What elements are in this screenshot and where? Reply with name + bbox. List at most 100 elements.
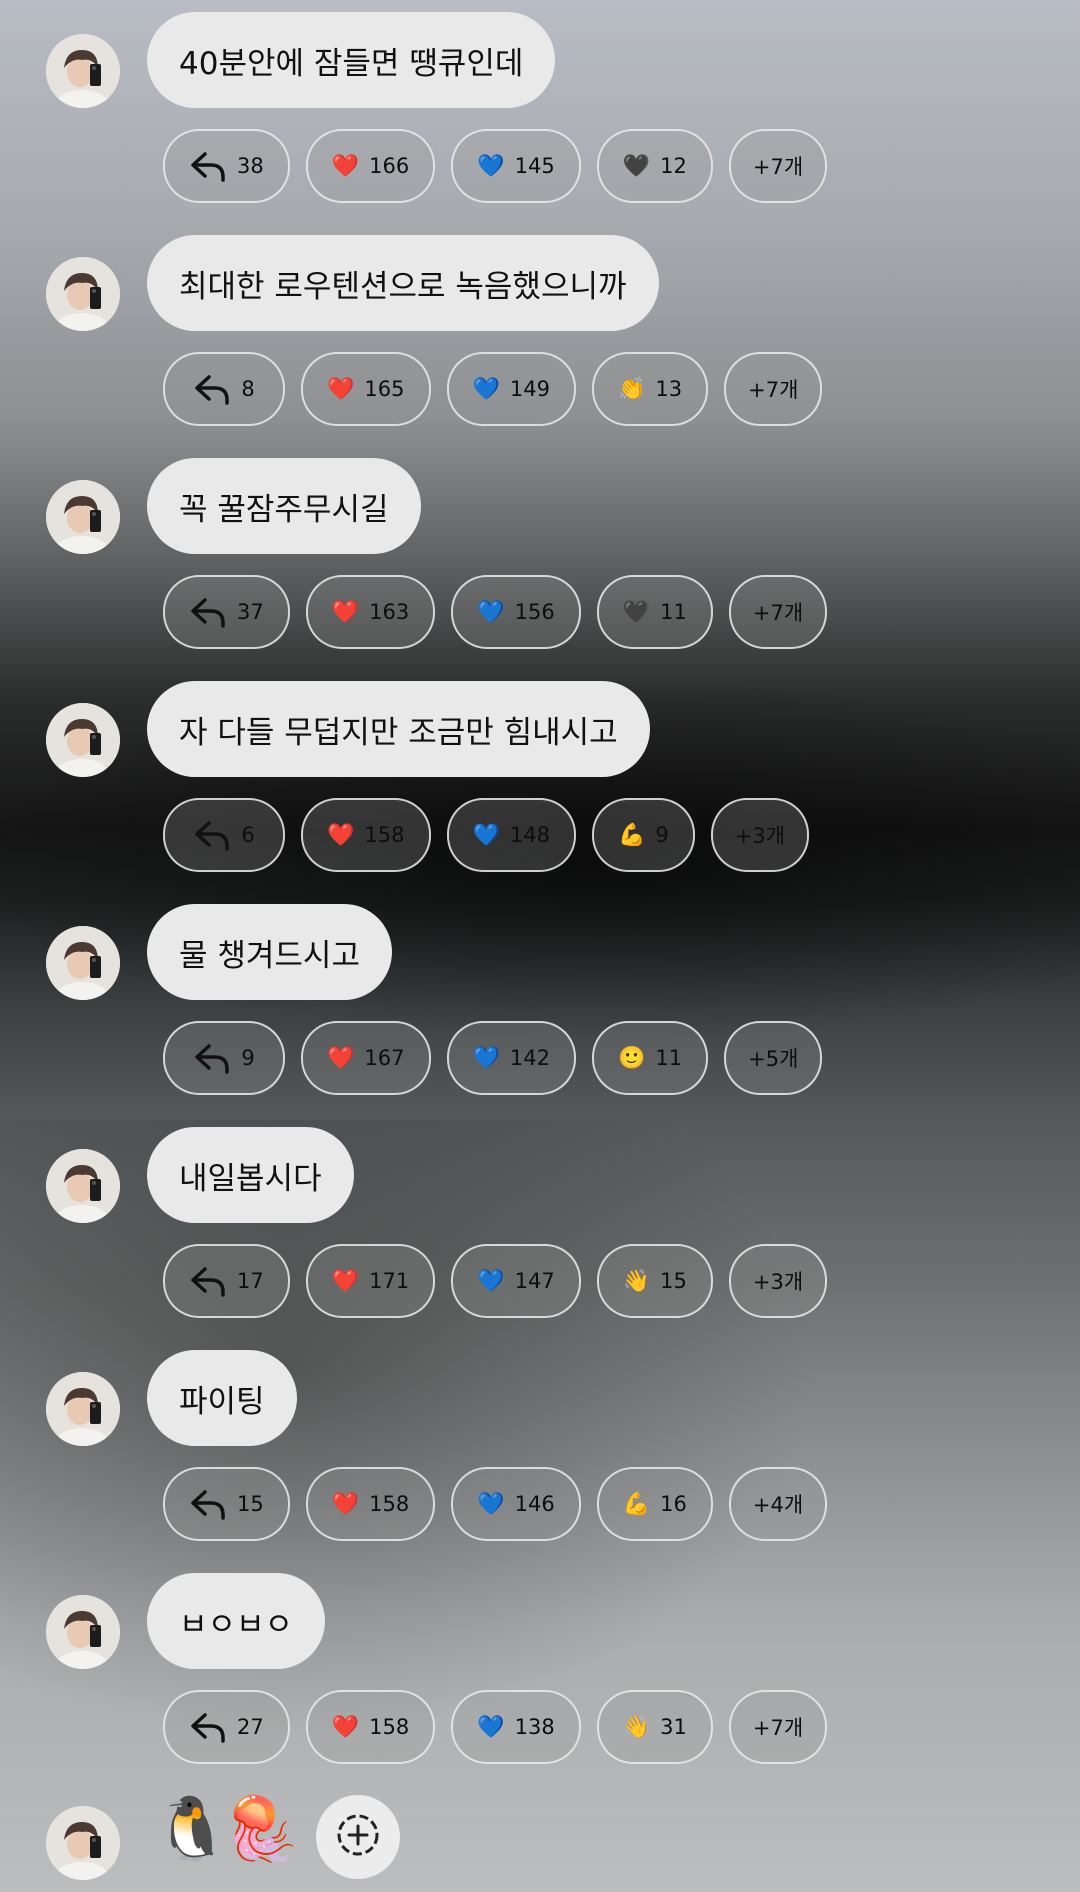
avatar[interactable] bbox=[46, 1595, 120, 1669]
reaction-button[interactable]: ❤️ 171 bbox=[305, 1244, 436, 1318]
reaction-count: 167 bbox=[364, 1046, 405, 1070]
avatar[interactable] bbox=[46, 1149, 120, 1223]
reaction-bar: 17 ❤️ 171 💙 147 👋 15 +3개 bbox=[163, 1244, 828, 1318]
more-reactions-label: +4개 bbox=[752, 1493, 804, 1517]
reaction-button[interactable]: ❤️ 158 bbox=[305, 1467, 436, 1541]
reply-button[interactable]: 37 bbox=[163, 575, 290, 649]
add-reaction-icon bbox=[335, 1812, 381, 1862]
message-item: 파이팅 15 ❤️ 158 💙 146 💪 16 +4개 bbox=[0, 1338, 1080, 1561]
reaction-count: 156 bbox=[514, 600, 555, 624]
reply-count: 27 bbox=[237, 1715, 264, 1739]
message-bubble[interactable]: 물 챙겨드시고 bbox=[147, 904, 392, 1000]
more-reactions-button[interactable]: +3개 bbox=[728, 1244, 828, 1318]
blue-heart-icon: 💙 bbox=[477, 1491, 505, 1517]
more-reactions-button[interactable]: +7개 bbox=[728, 1690, 828, 1764]
reply-button[interactable]: 15 bbox=[163, 1467, 290, 1541]
reaction-button[interactable]: 💙 145 bbox=[451, 129, 581, 203]
reaction-button[interactable]: 💪 9 bbox=[592, 798, 695, 872]
reply-arrow-icon bbox=[193, 373, 231, 405]
reply-count: 17 bbox=[237, 1269, 264, 1293]
message-bubble[interactable]: 파이팅 bbox=[147, 1350, 297, 1446]
jellyfish-sticker-icon[interactable]: 🪼 bbox=[222, 1798, 299, 1860]
avatar[interactable] bbox=[46, 480, 120, 554]
reaction-button[interactable]: 💙 149 bbox=[446, 352, 576, 426]
avatar[interactable] bbox=[46, 703, 120, 777]
reaction-button[interactable]: 👏 13 bbox=[592, 352, 709, 426]
reaction-count: 12 bbox=[660, 154, 687, 178]
reaction-button[interactable]: 🖤 12 bbox=[596, 129, 713, 203]
message-bubble[interactable]: ㅂㅇㅂㅇ bbox=[147, 1573, 326, 1669]
more-reactions-button[interactable]: +3개 bbox=[710, 798, 810, 872]
reaction-count: 147 bbox=[514, 1269, 555, 1293]
reaction-button[interactable]: ❤️ 158 bbox=[301, 798, 431, 872]
reaction-button[interactable]: ❤️ 166 bbox=[305, 129, 436, 203]
red-heart-icon: ❤️ bbox=[327, 822, 355, 848]
reply-count: 8 bbox=[241, 377, 255, 401]
more-reactions-button[interactable]: +7개 bbox=[728, 575, 828, 649]
reaction-count: 11 bbox=[660, 600, 687, 624]
message-bubble[interactable]: 내일봅시다 bbox=[147, 1127, 354, 1223]
message-bubble[interactable]: 최대한 로우텐션으로 녹음했으니까 bbox=[147, 235, 659, 331]
reaction-button[interactable]: ❤️ 158 bbox=[305, 1690, 436, 1764]
reply-button[interactable]: 6 bbox=[163, 798, 285, 872]
reaction-count: 11 bbox=[655, 1046, 683, 1070]
message-bubble[interactable]: 40분안에 잠들면 땡큐인데 bbox=[147, 12, 556, 108]
more-reactions-button[interactable]: +7개 bbox=[724, 352, 823, 426]
more-reactions-label: +3개 bbox=[752, 1270, 804, 1294]
flexed-biceps-icon: 💪 bbox=[618, 822, 646, 848]
reaction-count: 31 bbox=[660, 1715, 687, 1739]
red-heart-icon: ❤️ bbox=[327, 1045, 355, 1071]
reaction-count: 148 bbox=[509, 823, 550, 847]
reaction-button[interactable]: 💙 156 bbox=[451, 575, 581, 649]
more-reactions-button[interactable]: +4개 bbox=[728, 1467, 828, 1541]
avatar[interactable] bbox=[46, 257, 120, 331]
reaction-button[interactable]: ❤️ 163 bbox=[305, 575, 436, 649]
reaction-button[interactable]: 💙 146 bbox=[451, 1467, 581, 1541]
reply-button[interactable]: 8 bbox=[163, 352, 285, 426]
reply-count: 6 bbox=[241, 823, 255, 847]
avatar[interactable] bbox=[46, 1372, 120, 1446]
avatar[interactable] bbox=[46, 926, 120, 1000]
reaction-button[interactable]: 💙 147 bbox=[451, 1244, 581, 1318]
reply-arrow-icon bbox=[189, 150, 227, 182]
penguin-sticker-icon[interactable]: 🐧 bbox=[153, 1798, 230, 1860]
reply-button[interactable]: 17 bbox=[163, 1244, 290, 1318]
waving-hand-icon: 👋 bbox=[622, 1268, 651, 1294]
black-heart-icon: 🖤 bbox=[622, 599, 651, 625]
reaction-button[interactable]: 🖤 11 bbox=[596, 575, 713, 649]
reply-button[interactable]: 27 bbox=[163, 1690, 290, 1764]
reaction-button[interactable]: 💙 138 bbox=[451, 1690, 581, 1764]
reaction-button[interactable]: 🙂 11 bbox=[592, 1021, 709, 1095]
red-heart-icon: ❤️ bbox=[331, 1268, 360, 1294]
avatar[interactable] bbox=[46, 34, 120, 108]
reaction-button[interactable]: 💙 142 bbox=[446, 1021, 576, 1095]
reply-arrow-icon bbox=[193, 1042, 231, 1074]
reaction-count: 15 bbox=[660, 1269, 687, 1293]
reaction-count: 146 bbox=[514, 1492, 555, 1516]
reply-button[interactable]: 9 bbox=[163, 1021, 285, 1095]
reaction-button[interactable]: ❤️ 167 bbox=[301, 1021, 431, 1095]
more-reactions-label: +7개 bbox=[752, 1716, 804, 1740]
message-bubble[interactable]: 자 다들 무덥지만 조금만 힘내시고 bbox=[147, 681, 650, 777]
avatar[interactable] bbox=[46, 1806, 120, 1880]
red-heart-icon: ❤️ bbox=[331, 1714, 360, 1740]
reaction-bar: 15 ❤️ 158 💙 146 💪 16 +4개 bbox=[163, 1467, 828, 1541]
blue-heart-icon: 💙 bbox=[472, 376, 500, 402]
message-bubble[interactable]: 꼭 꿀잠주무시길 bbox=[147, 458, 421, 554]
reply-button[interactable]: 38 bbox=[163, 129, 290, 203]
reaction-button[interactable]: 👋 31 bbox=[596, 1690, 713, 1764]
reaction-button[interactable]: 💪 16 bbox=[596, 1467, 713, 1541]
reaction-count: 16 bbox=[660, 1492, 687, 1516]
reply-count: 37 bbox=[237, 600, 264, 624]
more-reactions-button[interactable]: +5개 bbox=[724, 1021, 823, 1095]
smiling-face-icon: 🙂 bbox=[618, 1045, 646, 1071]
reaction-bar: 8 ❤️ 165 💙 149 👏 13 +7개 bbox=[163, 352, 823, 426]
more-reactions-label: +7개 bbox=[752, 155, 804, 179]
reaction-button[interactable]: ❤️ 165 bbox=[301, 352, 431, 426]
add-reaction-button[interactable] bbox=[316, 1795, 400, 1879]
reaction-count: 158 bbox=[369, 1492, 410, 1516]
reaction-button[interactable]: 💙 148 bbox=[446, 798, 576, 872]
reaction-button[interactable]: 👋 15 bbox=[596, 1244, 713, 1318]
reaction-count: 158 bbox=[369, 1715, 410, 1739]
more-reactions-button[interactable]: +7개 bbox=[728, 129, 828, 203]
